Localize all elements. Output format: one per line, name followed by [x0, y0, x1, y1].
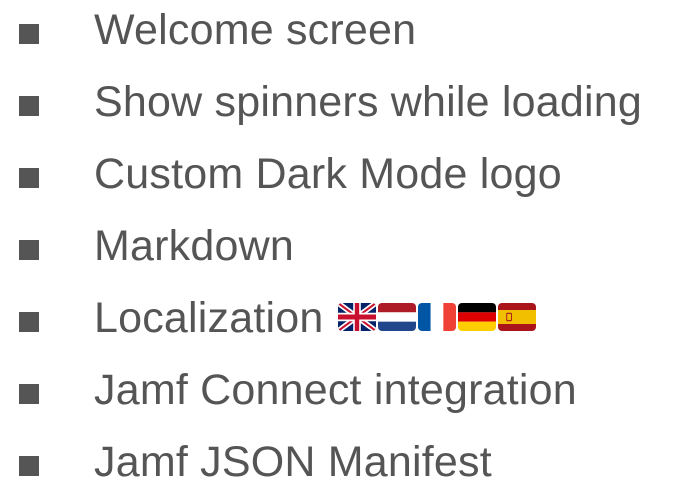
bullet-icon	[19, 456, 39, 476]
list-item: Markdown	[0, 216, 692, 276]
germany-flag-icon	[457, 302, 496, 331]
list-item: Show spinners while loading	[0, 72, 692, 132]
list-item: Jamf Connect integration	[0, 360, 692, 420]
bullet-icon	[19, 240, 39, 260]
france-flag-icon	[417, 302, 456, 331]
bullet-icon	[19, 168, 39, 188]
feature-label: Custom Dark Mode logo	[94, 150, 562, 198]
bullet-icon	[19, 24, 39, 44]
uk-flag-icon	[337, 302, 376, 331]
feature-label-localization: Localization	[94, 288, 536, 348]
list-item: Welcome screen	[0, 0, 692, 60]
spain-flag-icon	[497, 302, 536, 331]
feature-label: Jamf Connect integration	[94, 366, 577, 414]
feature-label: Welcome screen	[94, 6, 417, 54]
list-item: Custom Dark Mode logo	[0, 144, 692, 204]
bullet-icon	[19, 384, 39, 404]
feature-label-text: Localization	[94, 294, 324, 342]
netherlands-flag-icon	[377, 302, 416, 331]
feature-label: Show spinners while loading	[94, 78, 643, 126]
feature-label: Jamf JSON Manifest	[94, 438, 492, 486]
list-item: Jamf JSON Manifest	[0, 432, 692, 492]
bullet-icon	[19, 96, 39, 116]
flag-group	[337, 302, 536, 331]
feature-label: Markdown	[94, 222, 294, 270]
list-item: Localization	[0, 288, 692, 348]
bullet-icon	[19, 312, 39, 332]
